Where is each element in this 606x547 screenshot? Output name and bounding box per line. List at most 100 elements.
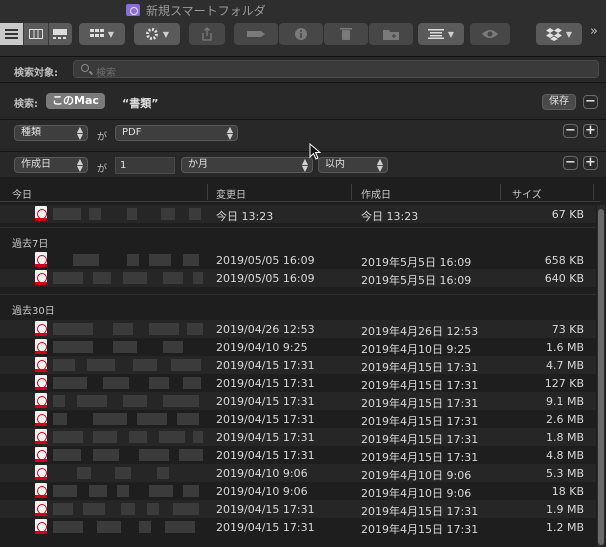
table-row[interactable]: 2019/04/15 17:31 2019年4月15日 17:31 1.8 MB xyxy=(0,428,596,446)
group-by-icon xyxy=(89,29,104,37)
list-header: 今日 変更日 作成日 サイズ xyxy=(0,182,600,202)
table-row[interactable]: 2019/04/15 17:31 2019年4月15日 17:31 9.1 MB xyxy=(0,392,596,410)
cell-size: 2.6 MB xyxy=(545,413,584,426)
trash-button[interactable] xyxy=(324,23,368,45)
list-view-button[interactable] xyxy=(0,23,24,45)
rule-number-field[interactable]: 1 xyxy=(115,157,175,174)
action-button[interactable]: ▼ xyxy=(134,23,180,45)
info-button[interactable] xyxy=(279,23,323,45)
rule-unit-popup[interactable]: か月 ▲ ▼ xyxy=(181,157,313,173)
dropbox-button[interactable]: ▼ xyxy=(536,23,582,45)
scope-this-mac-button[interactable]: このMac xyxy=(46,93,105,109)
rule-attribute-value: 作成日 xyxy=(21,159,51,170)
redacted-filename xyxy=(53,485,203,497)
scope-label: 検索: xyxy=(14,99,38,110)
table-row[interactable]: 2019/04/10 9:06 2019年4月10日 9:06 5.3 MB xyxy=(0,464,596,482)
scrollbar-thumb[interactable] xyxy=(598,209,604,545)
table-row[interactable]: 2019/05/05 16:09 2019年5月5日 16:09 640 KB xyxy=(0,269,596,287)
column-divider[interactable] xyxy=(207,184,208,200)
pdf-file-icon xyxy=(35,501,47,516)
column-header-size[interactable]: サイズ xyxy=(512,186,542,201)
cell-created: 2019年4月15日 17:31 xyxy=(361,397,479,410)
redacted-filename xyxy=(53,359,203,371)
column-divider[interactable] xyxy=(593,184,594,200)
new-folder-button[interactable] xyxy=(369,23,413,45)
rule-attribute-popup[interactable]: 作成日 ▲ ▼ xyxy=(14,157,88,173)
quicklook-icon xyxy=(482,30,498,38)
cell-created: 2019年4月15日 17:31 xyxy=(361,433,479,446)
table-row[interactable]: 2019/04/15 17:31 2019年4月15日 17:31 4.7 MB xyxy=(0,356,596,374)
search-input[interactable]: 検索 xyxy=(73,60,599,79)
table-row[interactable]: 今日 13:23 今日 13:23 67 KB xyxy=(0,205,596,223)
toolbar: 新規スマートフォルダ ▼ ▼ ▼ ▼ » xyxy=(0,0,606,57)
add-rule-button[interactable]: + xyxy=(583,156,598,170)
save-button[interactable]: 保存 xyxy=(542,94,576,110)
redacted-filename xyxy=(53,467,203,479)
arrange-button[interactable]: ▼ xyxy=(418,23,464,45)
rule-attribute-value: 種類 xyxy=(21,127,41,138)
remove-rule-button[interactable]: − xyxy=(563,124,578,138)
updown-arrows-icon: ▲ ▼ xyxy=(76,125,83,141)
cell-modified: 2019/04/15 17:31 xyxy=(216,377,315,390)
table-row[interactable]: 2019/04/10 9:25 2019年4月10日 9:25 1.6 MB xyxy=(0,338,596,356)
table-row[interactable]: 2019/05/05 16:09 2019年5月5日 16:09 658 KB xyxy=(0,251,596,269)
rule-value-popup[interactable]: PDF ▲ ▼ xyxy=(115,125,238,141)
cell-created: 2019年4月15日 17:31 xyxy=(361,379,479,392)
table-row[interactable]: 2019/04/15 17:31 2019年4月15日 17:31 127 KB xyxy=(0,374,596,392)
tag-button[interactable] xyxy=(234,23,278,45)
table-row[interactable]: 2019/04/15 17:31 2019年4月15日 17:31 2.6 MB xyxy=(0,410,596,428)
pdf-file-icon xyxy=(35,270,47,285)
rule-attribute-popup[interactable]: 種類 ▲ ▼ xyxy=(14,125,88,141)
scope-documents-button[interactable]: “書類” xyxy=(122,95,158,111)
remove-rule-button[interactable]: − xyxy=(563,156,578,170)
share-button[interactable] xyxy=(189,23,225,45)
group-by-button[interactable]: ▼ xyxy=(79,23,125,45)
rule-connector: が xyxy=(97,164,107,175)
vertical-scrollbar[interactable] xyxy=(597,205,605,547)
list-view-icon xyxy=(5,29,19,39)
more-icon[interactable]: » xyxy=(590,24,598,39)
add-rule-button[interactable]: + xyxy=(583,124,598,138)
cell-modified: 2019/04/15 17:31 xyxy=(216,449,315,462)
table-row[interactable]: 2019/04/15 17:31 2019年4月15日 17:31 1.9 MB xyxy=(0,500,596,518)
redacted-filename xyxy=(53,272,203,284)
group-header-week: 過去7日 xyxy=(0,227,596,251)
table-row[interactable]: 2019/04/10 9:06 2019年4月10日 9:06 18 KB xyxy=(0,482,596,500)
table-row[interactable]: 2019/04/15 17:31 2019年4月15日 17:31 1.2 MB xyxy=(0,518,596,536)
cell-created: 2019年4月15日 17:31 xyxy=(361,451,479,464)
cell-size: 4.7 MB xyxy=(545,359,584,372)
table-row[interactable]: 2019/04/26 12:53 2019年4月26日 12:53 73 KB xyxy=(0,320,596,338)
new-folder-icon xyxy=(383,29,399,40)
cell-created: 2019年4月15日 17:31 xyxy=(361,361,479,374)
rule-condition-popup[interactable]: 以内 ▲ ▼ xyxy=(318,157,388,173)
cell-modified: 2019/04/10 9:06 xyxy=(216,467,308,480)
cell-created: 2019年4月15日 17:31 xyxy=(361,523,479,536)
column-header-created[interactable]: 作成日 xyxy=(361,186,391,201)
cell-modified: 2019/04/10 9:06 xyxy=(216,485,308,498)
cell-created: 今日 13:23 xyxy=(361,210,419,223)
chevron-down-icon: ▼ xyxy=(162,29,170,39)
cell-modified: 2019/04/15 17:31 xyxy=(216,503,315,516)
cell-size: 1.9 MB xyxy=(545,503,584,516)
rule-row-created: 作成日 ▲ ▼ が 1 か月 ▲ ▼ 以内 ▲ ▼ − + xyxy=(0,151,606,175)
pdf-file-icon xyxy=(35,339,47,354)
gallery-view-button[interactable] xyxy=(47,23,72,45)
column-header-modified[interactable]: 変更日 xyxy=(216,186,246,201)
table-row[interactable]: 2019/04/15 17:31 2019年4月15日 17:31 4.8 MB xyxy=(0,446,596,464)
column-view-button[interactable] xyxy=(23,23,48,45)
quicklook-button[interactable] xyxy=(470,23,510,45)
column-divider[interactable] xyxy=(351,184,352,200)
remove-scope-button[interactable]: − xyxy=(583,95,598,109)
cell-size: 127 KB xyxy=(544,377,584,390)
cell-size: 1.8 MB xyxy=(545,431,584,444)
rule-condition-value: 以内 xyxy=(325,159,345,170)
cell-size: 640 KB xyxy=(544,272,584,285)
redacted-filename xyxy=(53,521,203,533)
cell-size: 5.3 MB xyxy=(545,467,584,480)
column-header-name[interactable]: 今日 xyxy=(12,186,32,201)
column-divider[interactable] xyxy=(500,184,501,200)
cell-modified: 2019/04/10 9:25 xyxy=(216,341,308,354)
redacted-filename xyxy=(53,413,203,425)
rule-value-text: PDF xyxy=(122,127,142,138)
pdf-file-icon xyxy=(35,206,47,221)
